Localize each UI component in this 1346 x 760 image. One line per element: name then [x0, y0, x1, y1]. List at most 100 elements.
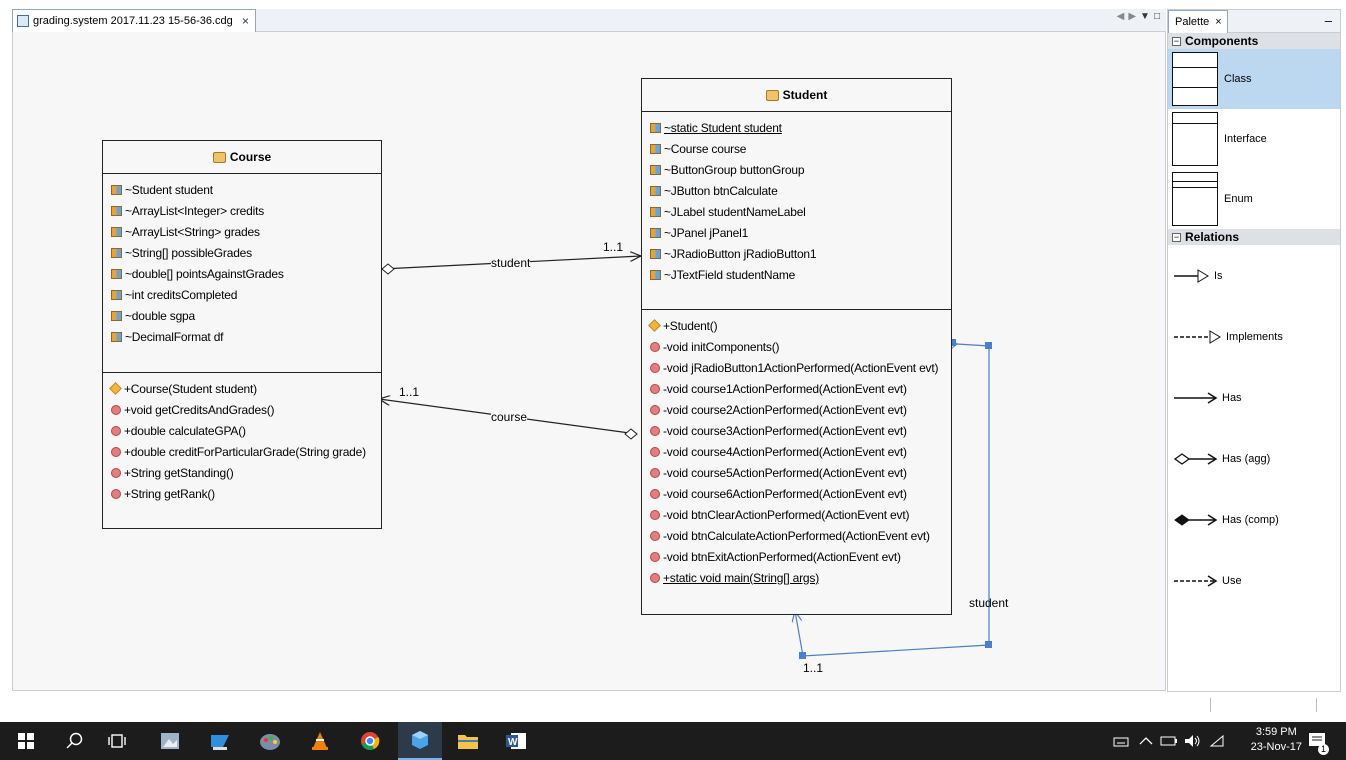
tab-close-button[interactable]: ×	[242, 14, 249, 28]
handle[interactable]	[985, 342, 992, 349]
method-row[interactable]: -void course1ActionPerformed(ActionEvent…	[642, 378, 951, 399]
taskbar-app-photos[interactable]	[150, 722, 190, 760]
multiplicity-label: 1..1	[803, 661, 824, 675]
field-row[interactable]: ~DecimalFormat df	[103, 326, 381, 347]
field-icon	[650, 185, 661, 196]
taskbar-app-file-explorer[interactable]	[448, 722, 488, 760]
field-row[interactable]: ~Student student	[103, 179, 381, 200]
field-row[interactable]: ~ArrayList<String> grades	[103, 221, 381, 242]
method-icon	[650, 404, 660, 415]
method-row[interactable]: -void course2ActionPerformed(ActionEvent…	[642, 399, 951, 420]
field-row[interactable]: ~ArrayList<Integer> credits	[103, 200, 381, 221]
tab-list-dropdown-icon[interactable]: ▼	[1140, 11, 1154, 22]
dependency-arrow-icon	[1174, 574, 1218, 587]
field-icon	[111, 268, 122, 279]
method-row[interactable]: +static void main(String[] args)	[642, 567, 951, 588]
status-divider	[1210, 698, 1211, 712]
handle[interactable]	[985, 641, 992, 648]
palette-item-has[interactable]: Has	[1168, 367, 1340, 428]
scroll-right-icon[interactable]: ▶	[1128, 11, 1140, 22]
taskbar-app-vlc[interactable]	[300, 722, 340, 760]
search-button[interactable]	[60, 722, 90, 760]
method-row[interactable]: +Course(Student student)	[103, 378, 381, 399]
aggregation-arrow-icon	[1174, 452, 1218, 465]
field-row[interactable]: ~JRadioButton jRadioButton1	[642, 243, 951, 264]
palette-panel: Palette × – − Components Class Interface	[1167, 9, 1341, 692]
method-row[interactable]: +double calculateGPA()	[103, 420, 381, 441]
palette-item-has-comp[interactable]: Has (comp)	[1168, 489, 1340, 550]
palette-item-has-agg[interactable]: Has (agg)	[1168, 428, 1340, 489]
tray-show-hidden[interactable]	[1136, 722, 1156, 760]
tray-volume[interactable]	[1182, 722, 1204, 760]
tray-keyboard[interactable]	[1110, 722, 1132, 760]
taskbar-app-active[interactable]	[398, 722, 442, 760]
palette-tab[interactable]: Palette ×	[1168, 10, 1228, 33]
diagram-tab[interactable]: grading.system 2017.11.23 15-56-36.cdg ×	[12, 9, 256, 32]
status-bar	[0, 692, 1346, 722]
field-row[interactable]: ~JLabel studentNameLabel	[642, 201, 951, 222]
taskbar-app-chrome[interactable]	[350, 722, 390, 760]
palette-item-interface[interactable]: Interface	[1168, 109, 1340, 169]
course-class-box[interactable]: Course ~Student student ~ArrayList<Integ…	[102, 140, 382, 529]
field-row[interactable]: ~ButtonGroup buttonGroup	[642, 159, 951, 180]
student-class-box[interactable]: Student ~static Student student ~Course …	[641, 78, 952, 615]
interface-shape-icon	[1172, 112, 1218, 166]
field-icon	[650, 248, 661, 259]
method-row[interactable]: +String getRank()	[103, 483, 381, 504]
action-center-button[interactable]: 1	[1300, 722, 1334, 760]
method-icon	[650, 551, 660, 562]
method-row[interactable]: +double creditForParticularGrade(String …	[103, 441, 381, 462]
palette-close-button[interactable]: ×	[1215, 16, 1221, 28]
method-icon	[650, 341, 660, 352]
field-row[interactable]: ~JButton btnCalculate	[642, 180, 951, 201]
method-row[interactable]: +void getCreditsAndGrades()	[103, 399, 381, 420]
field-row[interactable]: ~JPanel jPanel1	[642, 222, 951, 243]
field-icon	[111, 310, 122, 321]
photos-app-icon	[161, 733, 179, 749]
task-view-button[interactable]	[102, 722, 132, 760]
method-row[interactable]: -void btnCalculateActionPerformed(Action…	[642, 525, 951, 546]
tray-battery[interactable]	[1158, 722, 1180, 760]
aggregation-diamond-student	[624, 428, 638, 440]
method-row[interactable]: -void course4ActionPerformed(ActionEvent…	[642, 441, 951, 462]
field-row[interactable]: ~static Student student	[642, 117, 951, 138]
palette-item-is[interactable]: Is	[1168, 245, 1340, 306]
taskbar-app-netbeans[interactable]	[200, 722, 240, 760]
palette-item-label: Interface	[1224, 133, 1267, 145]
method-row[interactable]: -void course3ActionPerformed(ActionEvent…	[642, 420, 951, 441]
method-row[interactable]: +Student()	[642, 315, 951, 336]
palette-item-enum[interactable]: Enum	[1168, 169, 1340, 229]
palette-item-class[interactable]: Class	[1168, 49, 1340, 109]
diagram-canvas[interactable]: student 1..1 course 1..1 student 1..1 Co…	[12, 32, 1166, 691]
method-row[interactable]: -void course5ActionPerformed(ActionEvent…	[642, 462, 951, 483]
method-row[interactable]: -void btnExitActionPerformed(ActionEvent…	[642, 546, 951, 567]
method-icon	[650, 446, 660, 457]
field-row[interactable]: ~Course course	[642, 138, 951, 159]
taskbar-app-word[interactable]: W	[496, 722, 536, 760]
field-row[interactable]: ~double sgpa	[103, 305, 381, 326]
taskbar-clock[interactable]: 3:59 PM 23-Nov-17	[1251, 725, 1302, 755]
tab-controls: ◀▶▼□	[1117, 11, 1164, 22]
components-category[interactable]: − Components	[1168, 33, 1340, 49]
handle[interactable]	[799, 652, 806, 659]
class-name: Course	[229, 150, 272, 164]
tray-network[interactable]	[1206, 722, 1228, 760]
scroll-left-icon[interactable]: ◀	[1117, 11, 1129, 22]
field-row[interactable]: ~int creditsCompleted	[103, 284, 381, 305]
method-row[interactable]: -void initComponents()	[642, 336, 951, 357]
method-row[interactable]: +String getStanding()	[103, 462, 381, 483]
field-row[interactable]: ~double[] pointsAgainstGrades	[103, 263, 381, 284]
method-row[interactable]: -void course6ActionPerformed(ActionEvent…	[642, 483, 951, 504]
method-row[interactable]: -void jRadioButton1ActionPerformed(Actio…	[642, 357, 951, 378]
field-icon	[650, 143, 661, 154]
palette-item-use[interactable]: Use	[1168, 550, 1340, 611]
field-row[interactable]: ~JTextField studentName	[642, 264, 951, 285]
method-row[interactable]: -void btnClearActionPerformed(ActionEven…	[642, 504, 951, 525]
maximize-window-icon[interactable]: □	[1154, 11, 1164, 22]
taskbar-app-paint[interactable]	[250, 722, 290, 760]
relations-category[interactable]: − Relations	[1168, 229, 1340, 245]
start-button[interactable]	[14, 722, 38, 760]
palette-minimize-button[interactable]: –	[1325, 13, 1332, 28]
palette-item-implements[interactable]: Implements	[1168, 306, 1340, 367]
field-row[interactable]: ~String[] possibleGrades	[103, 242, 381, 263]
